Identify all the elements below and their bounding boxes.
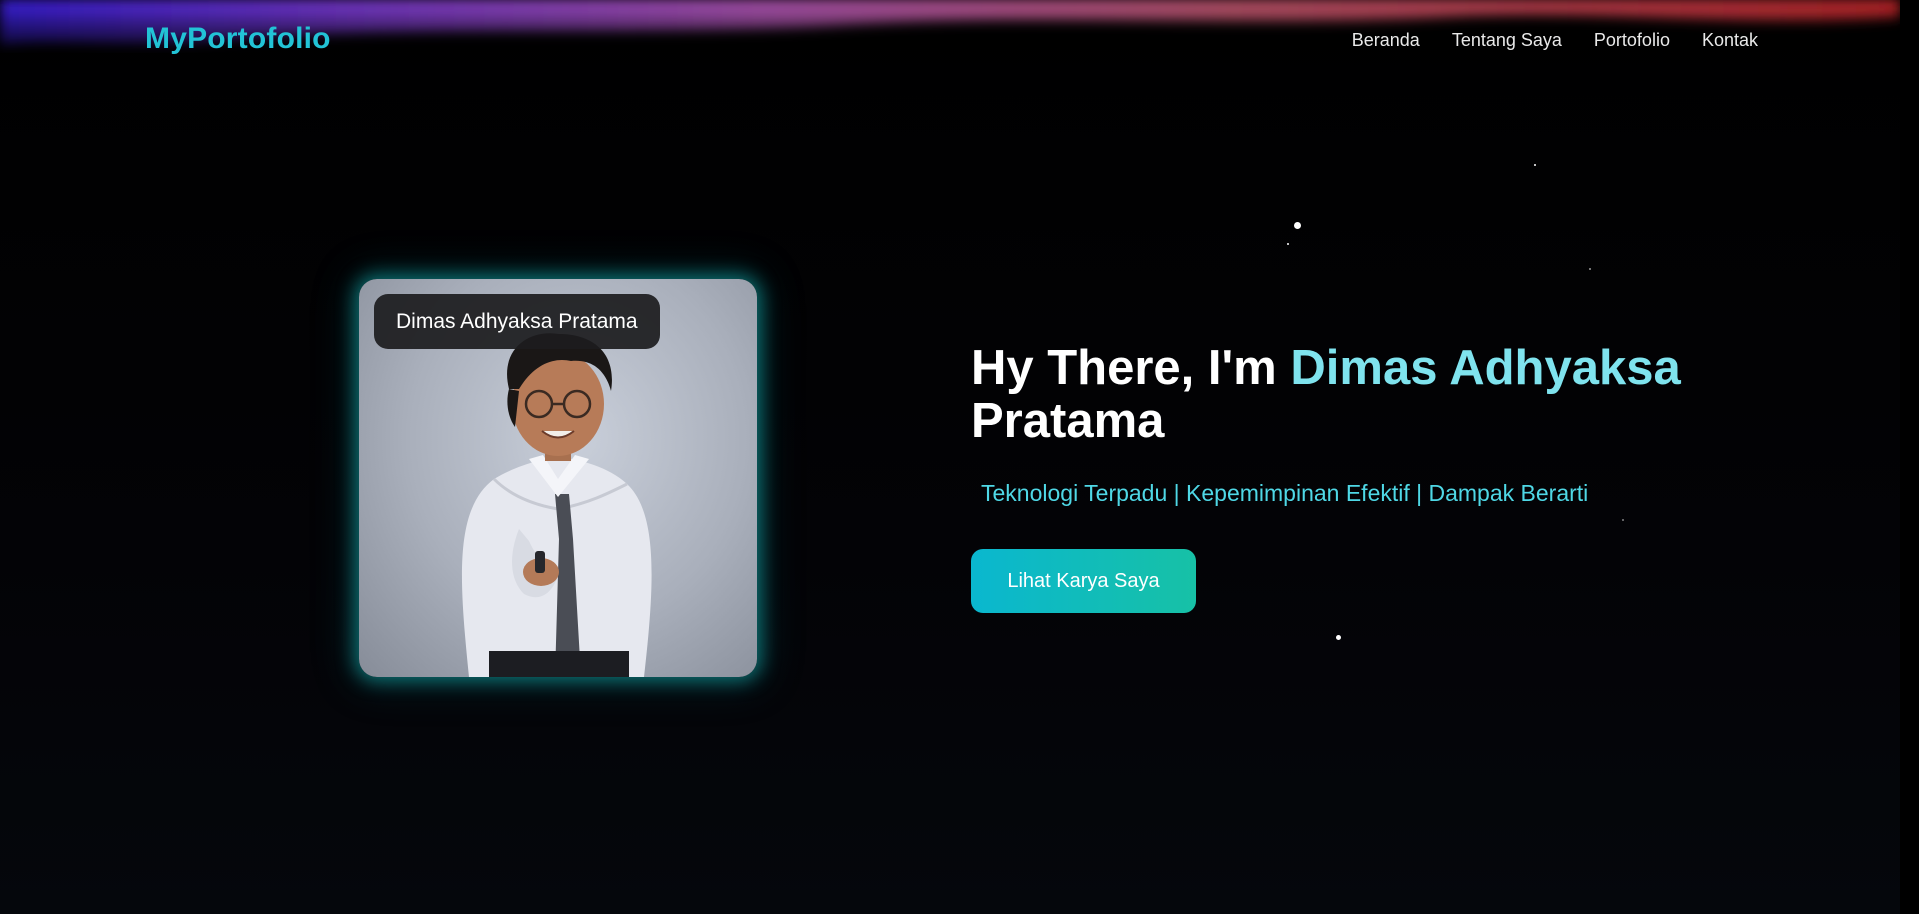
navbar: MyPortofolio Beranda Tentang Saya Portof… xyxy=(0,0,1900,84)
hero-title: Hy There, I'm Dimas Adhyaksa Pratama xyxy=(971,342,1731,448)
star-decoration xyxy=(1336,635,1341,640)
nav-links: Beranda Tentang Saya Portofolio Kontak xyxy=(1352,30,1758,51)
hero-title-name-rest: Pratama xyxy=(971,394,1165,448)
nav-link-kontak[interactable]: Kontak xyxy=(1702,30,1758,51)
hero-tagline: Teknologi Terpadu | Kepemimpinan Efektif… xyxy=(981,480,1589,506)
profile-photo-card: Dimas Adhyaksa Pratama xyxy=(359,279,757,677)
brand-logo[interactable]: MyPortofolio xyxy=(145,22,331,56)
star-decoration xyxy=(1534,164,1536,166)
nav-link-beranda[interactable]: Beranda xyxy=(1352,30,1420,51)
star-decoration xyxy=(1287,243,1289,245)
star-decoration xyxy=(1589,268,1591,270)
view-work-button[interactable]: Lihat Karya Saya xyxy=(971,549,1196,613)
photo-name-badge: Dimas Adhyaksa Pratama xyxy=(374,294,660,349)
nav-link-portofolio[interactable]: Portofolio xyxy=(1594,30,1670,51)
hero-title-prefix: Hy There, I'm xyxy=(971,341,1291,395)
nav-link-tentang-saya[interactable]: Tentang Saya xyxy=(1452,30,1562,51)
hero-title-name-accent: Dimas Adhyaksa xyxy=(1290,341,1681,395)
star-decoration xyxy=(1622,519,1624,521)
star-decoration xyxy=(1294,222,1301,229)
page: MyPortofolio Beranda Tentang Saya Portof… xyxy=(0,0,1900,914)
